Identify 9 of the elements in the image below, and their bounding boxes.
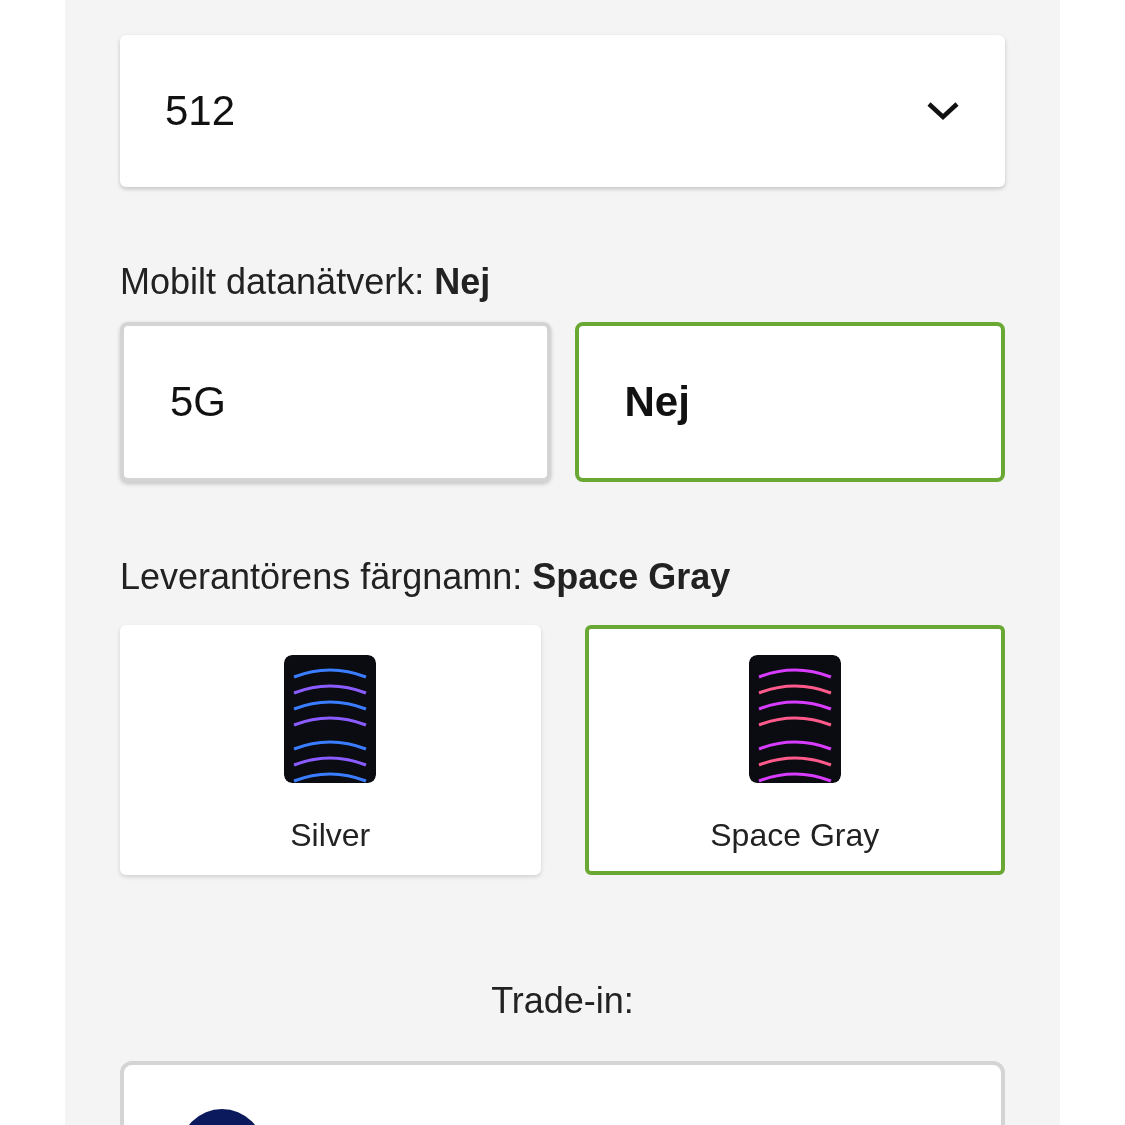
color-option[interactable]: Space Gray <box>584 624 1005 875</box>
trade-in-label: Trade-in: <box>490 978 635 1023</box>
color-label: Leverantörens färgnamn: Space Gray <box>120 554 732 599</box>
storage-select[interactable]: 512 <box>120 35 1005 187</box>
network-option[interactable]: Nej <box>574 321 1005 482</box>
chevron-down-icon <box>926 99 960 122</box>
color-option[interactable]: Silver <box>120 624 541 875</box>
network-label: Mobilt datanätverk: Nej <box>120 259 492 304</box>
network-option[interactable]: 5G <box>120 321 551 482</box>
